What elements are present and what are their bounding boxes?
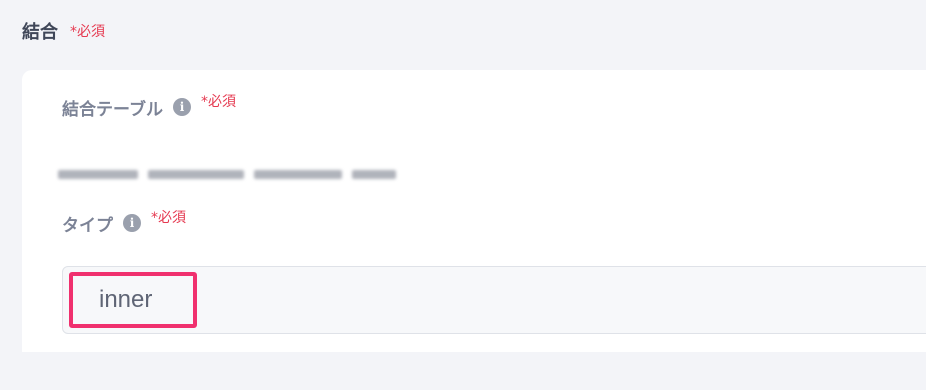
type-label-row: タイプ i *必須 (62, 210, 186, 236)
required-marker: *必須 (151, 210, 186, 226)
join-table-label-row: 結合テーブル i *必須 (62, 94, 236, 120)
info-icon[interactable]: i (172, 98, 191, 116)
info-icon[interactable]: i (123, 214, 141, 232)
type-select[interactable]: inner (62, 266, 926, 334)
join-settings-panel: 結合 *必須 結合テーブル i *必須 タイプ i *必須 inner (0, 0, 926, 390)
required-marker: *必須 (70, 24, 105, 40)
type-select-value: inner (99, 286, 153, 313)
highlight-annotation: inner (69, 272, 197, 328)
join-card: 結合テーブル i *必須 タイプ i *必須 inner (22, 70, 926, 352)
section-title: 結合 (22, 22, 58, 43)
type-label: タイプ (62, 215, 113, 236)
required-marker: *必須 (200, 94, 236, 110)
section-header: 結合 *必須 (22, 16, 105, 46)
join-table-label: 結合テーブル (62, 99, 163, 120)
join-table-value-redacted (58, 168, 396, 180)
